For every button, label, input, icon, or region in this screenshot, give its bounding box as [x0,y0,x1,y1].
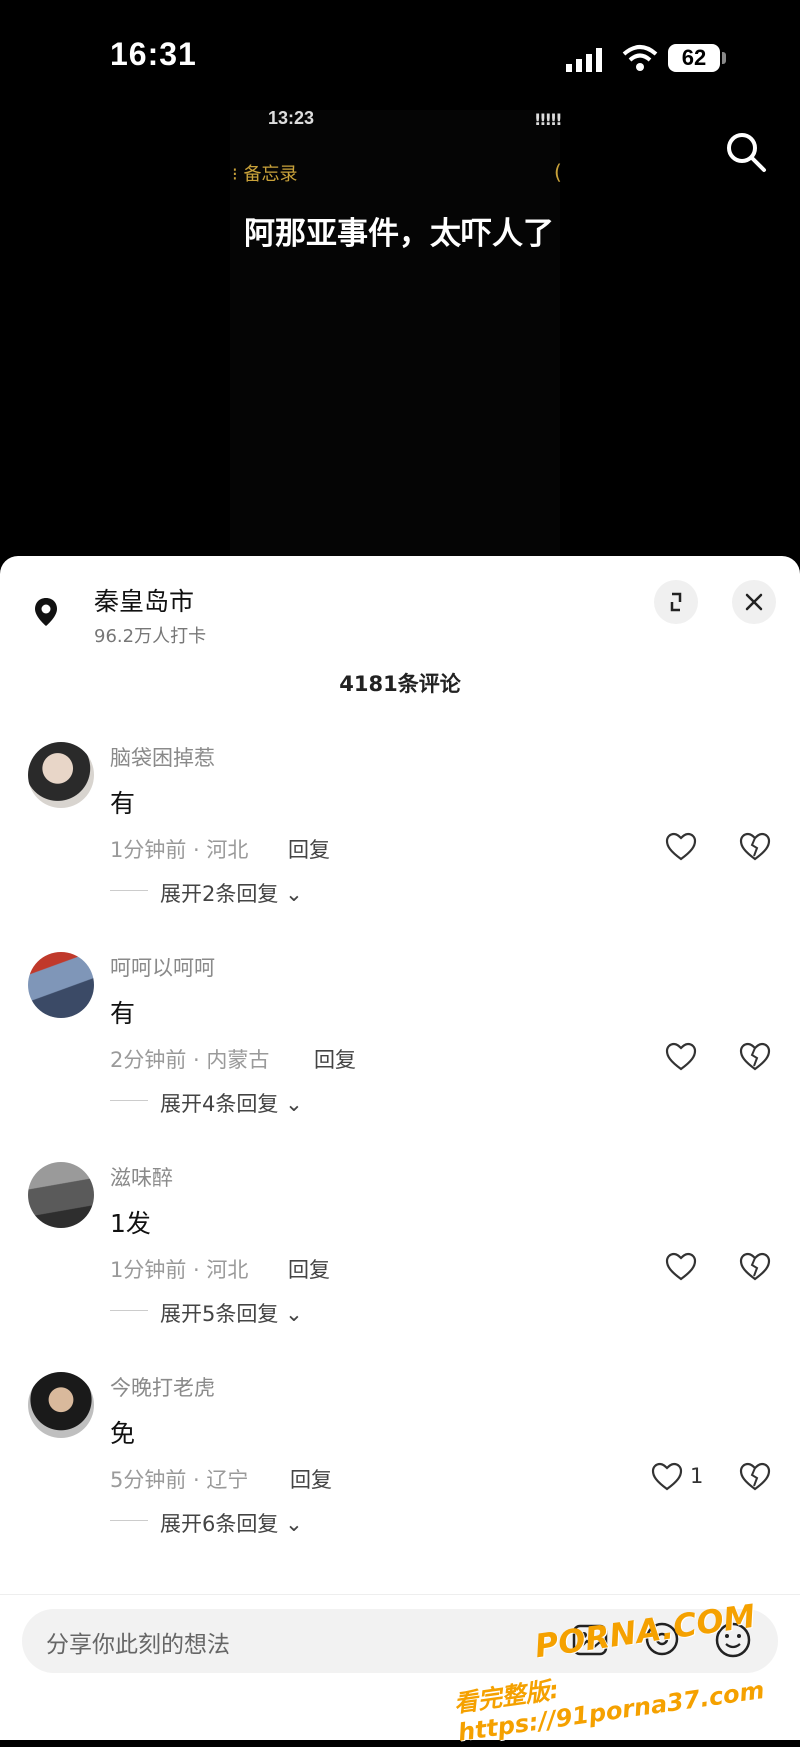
comment-username[interactable]: 今晚打老虎 [110,1372,215,1402]
broken-heart-icon[interactable] [738,830,772,864]
comment-count: 4181条评论 [339,672,461,696]
expand-divider [110,1310,148,1311]
comment-text: 有 [110,999,136,1028]
heart-icon[interactable] [664,1040,698,1074]
expand-divider [110,890,148,891]
comment-username[interactable]: 呵呵以呵呵 [110,952,215,982]
reply-button[interactable]: 回复 [288,834,330,864]
memo-label: ⁝ 备忘录 [232,164,298,185]
expand-divider [110,1100,148,1101]
comment-text: 免 [110,1419,136,1448]
signal-icon [566,48,602,72]
close-button[interactable] [732,580,776,624]
reply-button[interactable]: 回复 [314,1044,356,1074]
chevron-down-icon: ⌄ [285,1302,303,1326]
status-time: 16:31 [110,36,197,72]
reply-button[interactable]: 回复 [290,1464,332,1494]
chevron-down-icon: ⌄ [285,1092,303,1116]
comment-username[interactable]: 脑袋困掉惹 [110,742,215,772]
video-caption: 阿那亚事件，太吓人了 [244,216,554,252]
reply-button[interactable]: 回复 [288,1254,330,1284]
status-bar: 16:31 62 [0,0,800,110]
comment-input-placeholder: 分享你此刻的想法 [46,1632,230,1658]
inner-status-time: 13:23 [268,108,315,128]
chevron-down-icon: ⌄ [285,1512,303,1536]
close-icon [745,593,763,611]
comment-text: 有 [110,789,136,818]
search-icon[interactable] [724,130,768,174]
expand-replies-label: 展开4条回复 [160,1092,279,1116]
expand-replies-button[interactable]: 展开2条回复 ⌄ [160,878,303,908]
comment-username[interactable]: 滋味醉 [110,1162,173,1192]
expand-icon [670,592,682,612]
expand-replies-label: 展开5条回复 [160,1302,279,1326]
inner-signal-icon: !!!!! [534,110,563,129]
comment-meta: 2分钟前 · 内蒙古 [110,1048,270,1072]
avatar[interactable] [28,1372,94,1438]
like-count: 1 [690,1464,704,1488]
heart-icon[interactable] [650,1460,684,1494]
heart-icon[interactable] [664,830,698,864]
heart-icon[interactable] [664,1250,698,1284]
location-checkins: 96.2万人打卡 [94,626,207,647]
battery-tip [722,52,726,64]
comment-item: 脑袋困掉惹 有 1分钟前 · 河北 回复 展开2条回复 ⌄ [0,742,800,952]
expand-replies-button[interactable]: 展开4条回复 ⌄ [160,1088,303,1118]
avatar[interactable] [28,952,94,1018]
comment-sheet: 秦皇岛市 96.2万人打卡 4181条评论 脑袋困掉惹 有 1分钟前 · 河北 … [0,556,800,1739]
comment-meta: 1分钟前 · 河北 [110,1258,249,1282]
broken-heart-icon[interactable] [738,1460,772,1494]
comment-item: 滋味醉 1发 1分钟前 · 河北 回复 展开5条回复 ⌄ [0,1162,800,1372]
chevron-down-icon: ⌄ [285,882,303,906]
memo-share-icon: ( [554,160,562,184]
comment-meta: 1分钟前 · 河北 [110,838,249,862]
expand-replies-button[interactable]: 展开5条回复 ⌄ [160,1298,303,1328]
expand-button[interactable] [654,580,698,624]
avatar[interactable] [28,1162,94,1228]
wifi-icon [622,45,658,71]
broken-heart-icon[interactable] [738,1250,772,1284]
comment-text: 1发 [110,1209,151,1238]
avatar[interactable] [28,742,94,808]
expand-replies-label: 展开6条回复 [160,1512,279,1536]
comment-item: 今晚打老虎 免 5分钟前 · 辽宁 回复 1 展开6条回复 ⌄ [0,1372,800,1582]
location-pin-icon [35,598,57,626]
comment-item: 呵呵以呵呵 有 2分钟前 · 内蒙古 回复 展开4条回复 ⌄ [0,952,800,1162]
expand-divider [110,1520,148,1521]
battery-indicator: 62 [668,44,720,72]
expand-replies-label: 展开2条回复 [160,882,279,906]
comment-meta: 5分钟前 · 辽宁 [110,1468,249,1492]
expand-replies-button[interactable]: 展开6条回复 ⌄ [160,1508,303,1538]
location-name[interactable]: 秦皇岛市 [94,582,194,618]
broken-heart-icon[interactable] [738,1040,772,1074]
video-player[interactable] [0,110,800,558]
